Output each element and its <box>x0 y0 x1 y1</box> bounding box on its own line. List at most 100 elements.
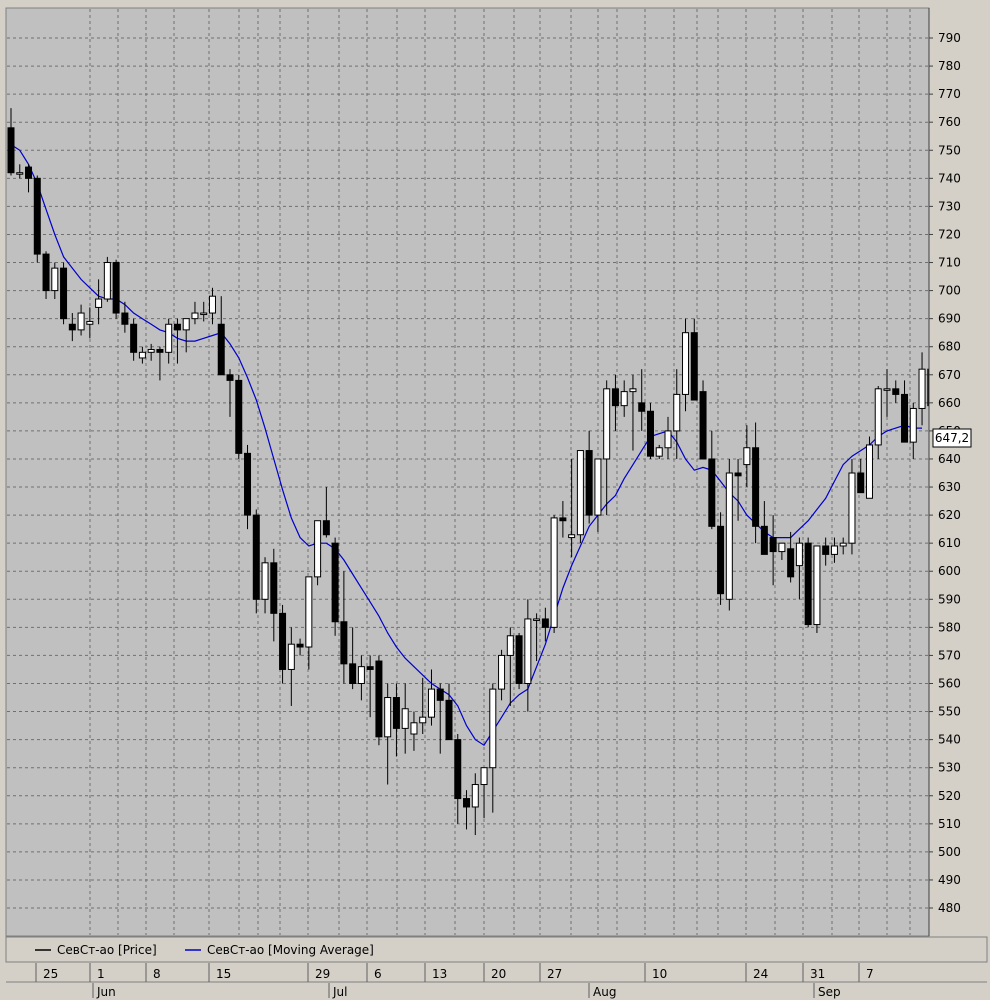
candle-body-up <box>524 618 532 684</box>
candle-body-down <box>646 410 654 457</box>
candle-body-up <box>795 542 803 567</box>
candle-body-down <box>717 525 725 595</box>
candle-body-down <box>270 562 278 614</box>
candle <box>550 515 558 633</box>
y-tick-label: 740 <box>938 171 961 185</box>
y-tick-label: 700 <box>938 284 961 298</box>
candle <box>576 450 584 544</box>
candle-body-down <box>857 472 865 494</box>
candle <box>699 380 707 460</box>
candle-body-up <box>77 312 85 331</box>
y-tick-label: 630 <box>938 480 961 494</box>
candle-body-up <box>576 450 584 536</box>
candle-body-down <box>375 660 383 738</box>
candle-body-up <box>489 688 497 769</box>
candle-body-up <box>471 784 479 808</box>
candle-body-down <box>156 349 164 353</box>
candle-body-up <box>86 320 94 325</box>
y-tick-label: 570 <box>938 648 961 662</box>
candle-body-up <box>506 635 514 656</box>
candle-body-down <box>33 177 41 255</box>
x-tick-label: 27 <box>547 967 562 981</box>
y-tick-label: 500 <box>938 845 961 859</box>
candle-body-down <box>454 739 462 800</box>
candle-body-down <box>244 452 252 516</box>
candle <box>375 655 383 746</box>
candle-body-down <box>130 323 138 353</box>
candle-body-down <box>60 267 68 320</box>
candle-body-down <box>112 262 120 314</box>
x-tick-label: 1 <box>97 967 105 981</box>
candle-body-down <box>366 666 374 670</box>
month-label: Sep <box>818 985 841 999</box>
candle-body-up <box>655 447 663 457</box>
candle-body-down <box>699 391 707 460</box>
candle-body-down <box>173 323 181 331</box>
candle <box>235 374 243 459</box>
candle-body-down <box>690 332 698 401</box>
y-tick-label: 680 <box>938 340 961 354</box>
y-tick-label: 640 <box>938 452 961 466</box>
candle-body-down <box>226 374 234 381</box>
candle-body-up <box>533 618 541 621</box>
y-tick-label: 670 <box>938 368 961 382</box>
y-tick-label: 600 <box>938 564 961 578</box>
y-tick-label: 660 <box>938 396 961 410</box>
candle-body-down <box>25 166 33 179</box>
candle-body-down <box>279 612 287 670</box>
y-tick-label: 620 <box>938 508 961 522</box>
candle-body-up <box>682 332 690 395</box>
candle-body-up <box>743 447 751 466</box>
candle <box>725 458 733 611</box>
y-tick-label: 490 <box>938 873 961 887</box>
candle <box>112 259 120 319</box>
candle-body-down <box>804 542 812 626</box>
y-tick-label: 530 <box>938 761 961 775</box>
y-tick-label: 610 <box>938 536 961 550</box>
candle-body-down <box>42 253 50 292</box>
candle-body-down <box>322 520 330 536</box>
candle-body-down <box>392 697 400 729</box>
x-tick-label: 20 <box>491 967 506 981</box>
x-tick-label: 6 <box>374 967 382 981</box>
candle-body-up <box>410 722 418 735</box>
candle-body-up <box>498 654 506 690</box>
candle-body-up <box>16 172 24 175</box>
candle-body-down <box>760 525 768 555</box>
candle-body-up <box>620 391 628 407</box>
y-tick-label: 790 <box>938 31 961 45</box>
candle-body-down <box>252 514 260 600</box>
candle-body-down <box>121 312 129 325</box>
candle-body-up <box>147 349 155 353</box>
candle <box>331 537 339 636</box>
y-tick-label: 780 <box>938 59 961 73</box>
candle <box>804 537 812 628</box>
candle-body-down <box>901 393 909 443</box>
x-tick-label: 15 <box>216 967 231 981</box>
candle-body-up <box>673 393 681 432</box>
candle-body-up <box>200 312 208 316</box>
month-label: Jul <box>332 985 347 999</box>
candle-body-down <box>611 388 619 407</box>
legend-label: СевСт-ао [Moving Average] <box>207 943 374 957</box>
candle-body-up <box>138 351 146 359</box>
candle-body-down <box>68 323 76 331</box>
candle <box>314 520 322 586</box>
y-tick-label: 750 <box>938 143 961 157</box>
candle-body-up <box>778 542 786 553</box>
candle-body-up <box>629 388 637 393</box>
candle-body-down <box>822 545 830 555</box>
price-chart: 480 490 500 510 520 530 540 550 560 570 580 590 600 6… <box>5 7 988 999</box>
month-label: Aug <box>593 985 616 999</box>
candle-body-down <box>235 379 243 454</box>
x-tick-label: 25 <box>43 967 58 981</box>
candle-body-up <box>918 368 926 409</box>
candle <box>252 509 260 614</box>
y-tick-label: 560 <box>938 676 961 690</box>
candle-body-up <box>909 407 917 443</box>
candle-body-up <box>419 716 427 724</box>
y-tick-label: 720 <box>938 227 961 241</box>
candle-body-up <box>550 517 558 628</box>
candle-body-down <box>752 447 760 527</box>
candle-body-up <box>95 298 103 308</box>
